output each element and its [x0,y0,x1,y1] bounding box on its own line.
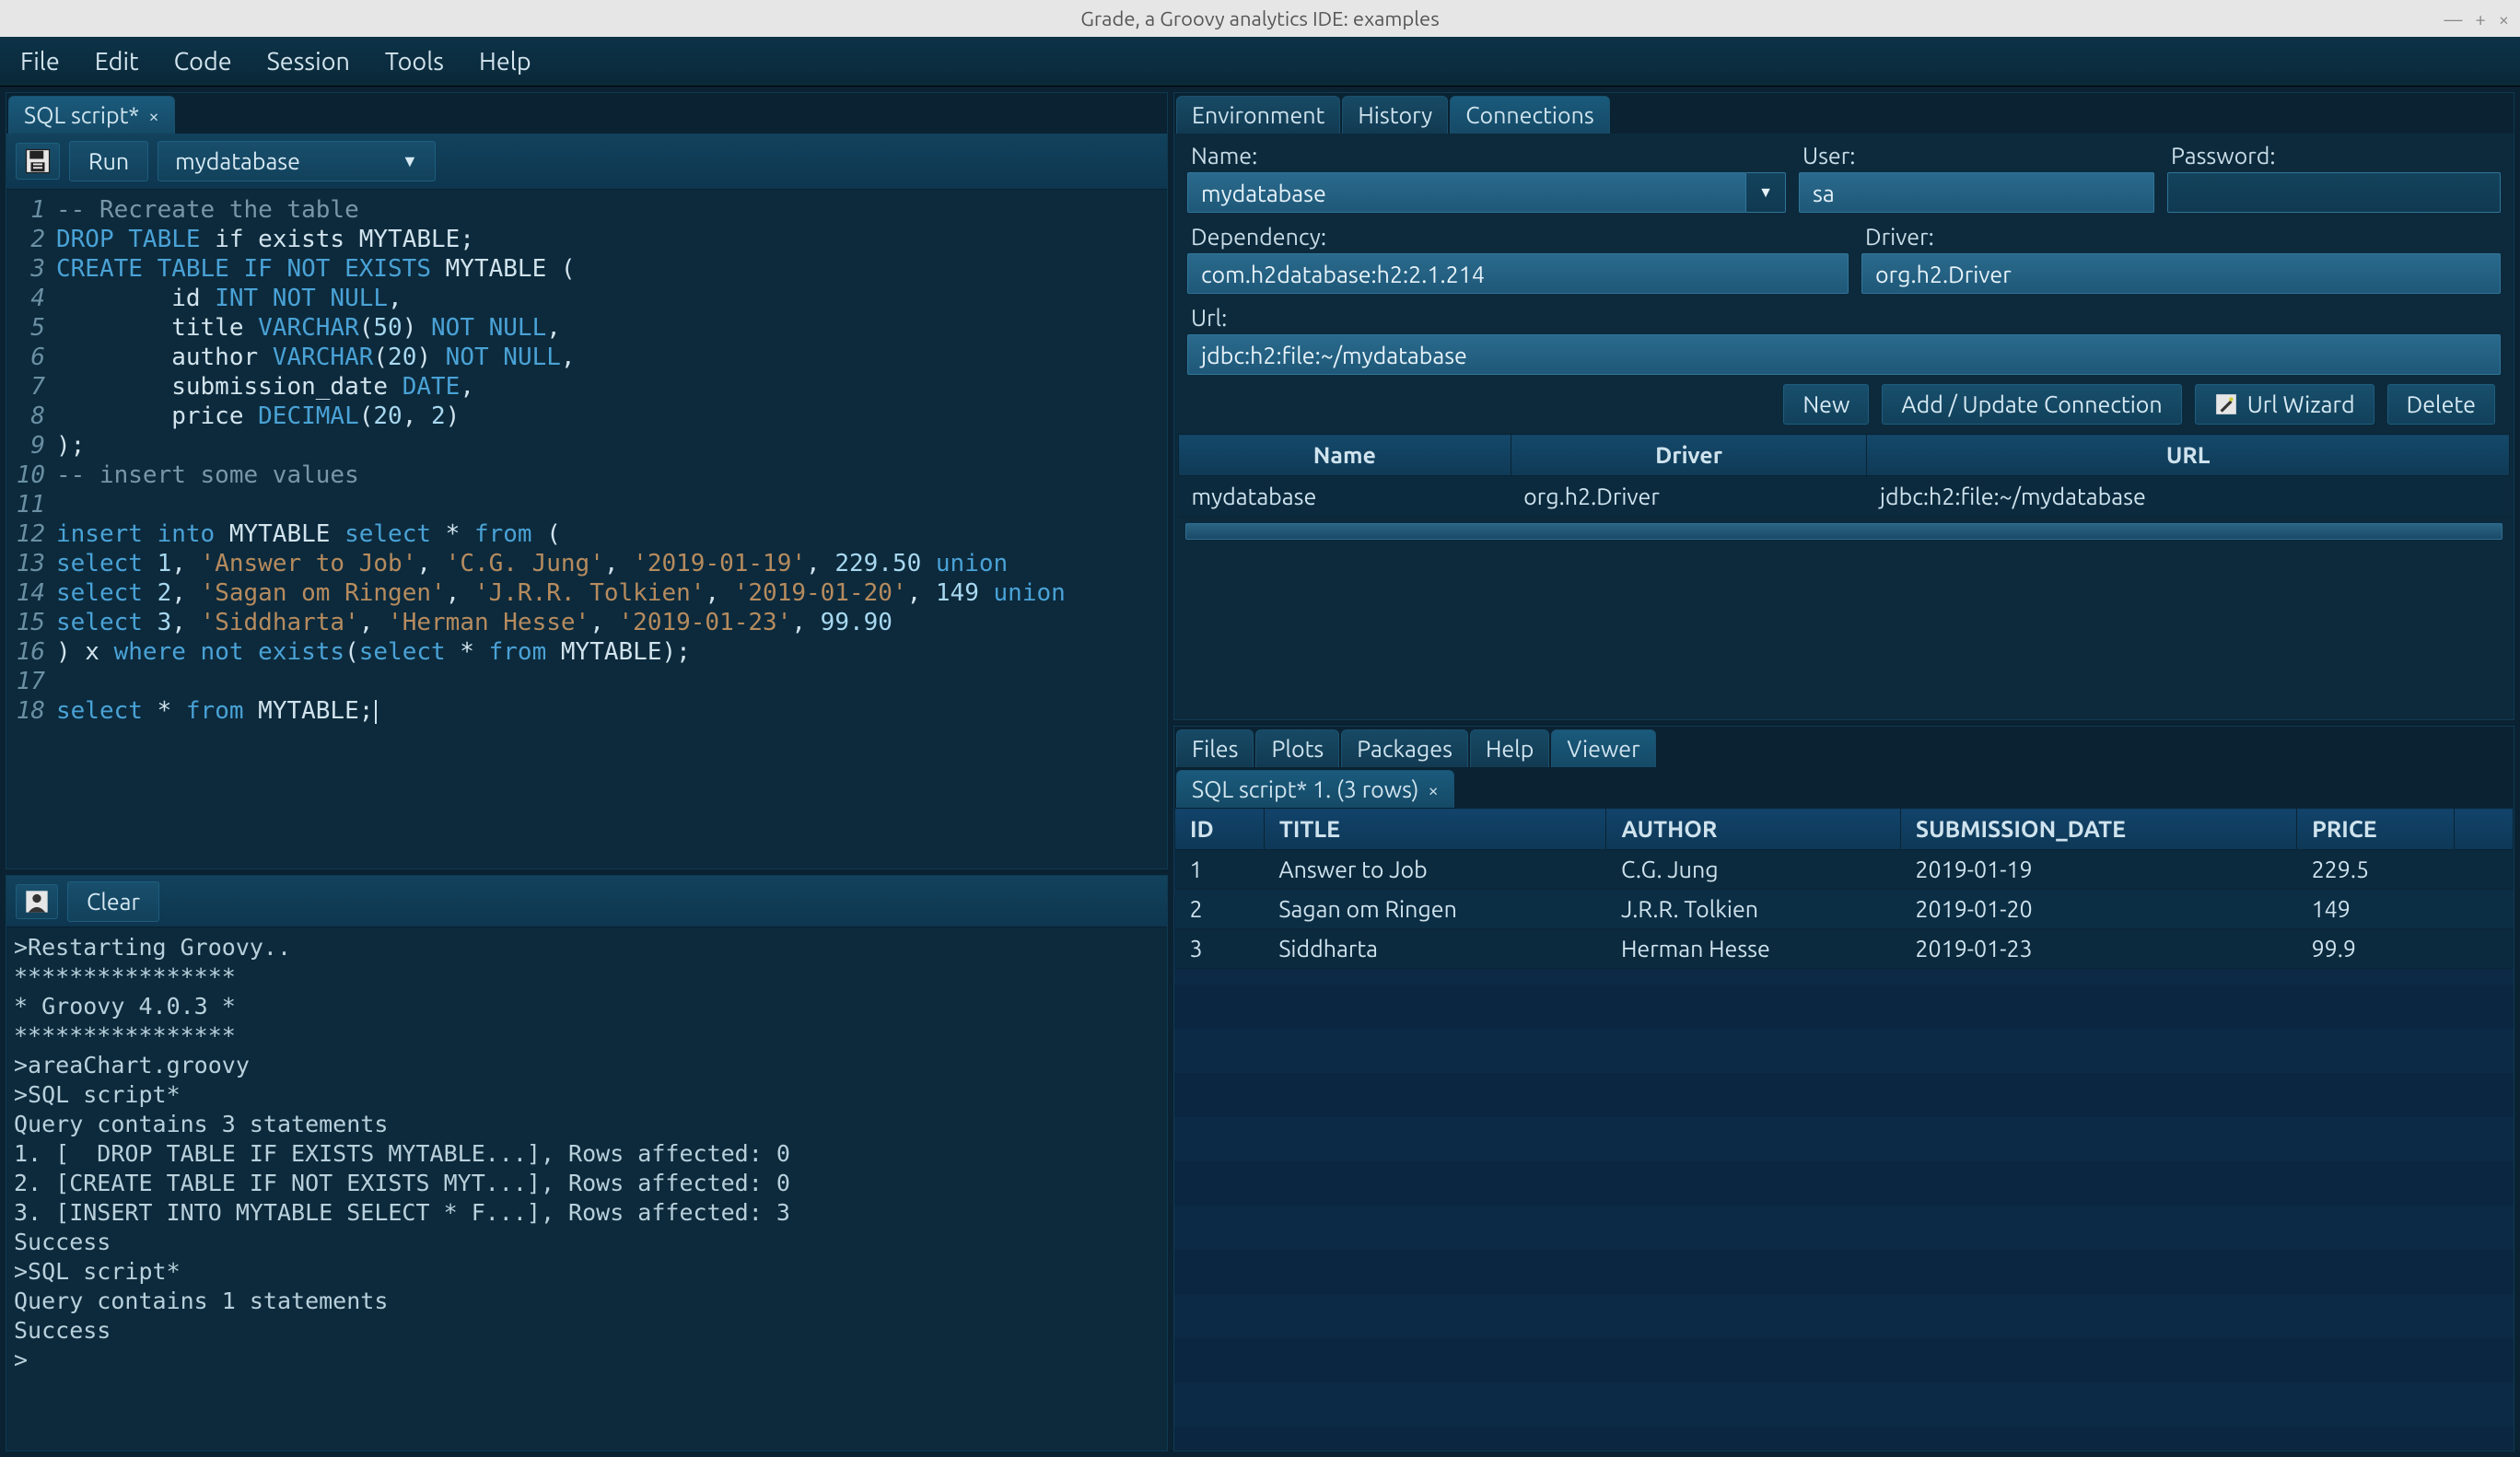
results-header: SUBMISSION_DATE [1900,809,2296,850]
menu-tools[interactable]: Tools [385,48,444,76]
close-icon[interactable]: × [148,105,158,126]
tab-help[interactable]: Help [1470,729,1549,767]
console-settings-button[interactable] [16,884,58,919]
url-wizard-button[interactable]: Url Wizard [2195,384,2374,425]
results-header: AUTHOR [1606,809,1900,850]
delete-button[interactable]: Delete [2387,384,2495,425]
maximize-icon[interactable]: + [2475,8,2485,29]
conn-table-header: Name [1179,435,1511,476]
user-input[interactable]: sa [1799,172,2154,213]
table-row[interactable]: mydatabaseorg.h2.Driverjdbc:h2:file:~/my… [1179,476,2510,518]
table-row[interactable]: 3SiddhartaHerman Hesse2019-01-2399.9 [1175,929,2514,969]
wizard-icon [2214,392,2238,416]
results-header: TITLE [1264,809,1606,850]
editor-toolbar: Run mydatabase ▼ [6,134,1167,190]
database-select-value: mydatabase [175,148,300,174]
horizontal-scrollbar[interactable] [1185,523,2502,540]
tab-viewer[interactable]: Viewer [1551,729,1655,767]
minimize-icon[interactable]: — [2444,8,2463,29]
new-button[interactable]: New [1783,384,1869,425]
code-editor[interactable]: 123456789101112131415161718 -- Recreate … [6,190,1167,868]
tab-sql-script[interactable]: SQL script* × [8,96,175,134]
conn-table-header: URL [1867,435,2510,476]
chevron-down-icon: ▼ [402,152,418,171]
user-label: User: [1799,143,2154,169]
results-header: PRICE [2297,809,2455,850]
console-toolbar: Clear [6,876,1167,927]
conn-table-header: Driver [1511,435,1867,476]
window-titlebar: Grade, a Groovy analytics IDE: examples … [0,0,2520,37]
tab-label: SQL script* [24,102,139,128]
dependency-label: Dependency: [1187,224,1849,250]
name-dropdown[interactable]: ▼ [1745,172,1786,213]
dependency-input[interactable]: com.h2database:h2:2.1.214 [1187,253,1849,294]
password-label: Password: [2167,143,2501,169]
results-table: IDTITLEAUTHORSUBMISSION_DATEPRICE 1Answe… [1174,808,2514,969]
results-area[interactable]: IDTITLEAUTHORSUBMISSION_DATEPRICE 1Answe… [1174,808,2514,1451]
name-label: Name: [1187,143,1786,169]
clear-button[interactable]: Clear [67,881,159,922]
connections-table: NameDriverURLmydatabaseorg.h2.Driverjdbc… [1178,434,2510,518]
close-icon[interactable]: × [2499,8,2509,29]
table-row[interactable]: 1Answer to JobC.G. Jung2019-01-19229.5 [1175,850,2514,890]
table-row[interactable]: 2Sagan om RingenJ.R.R. Tolkien2019-01-20… [1175,890,2514,929]
tab-history[interactable]: History [1342,96,1448,134]
chevron-down-icon: ▼ [1758,184,1773,202]
menu-help[interactable]: Help [479,48,531,76]
database-select[interactable]: mydatabase ▼ [158,141,436,181]
window-title: Grade, a Groovy analytics IDE: examples [1080,7,1440,30]
driver-label: Driver: [1861,224,2501,250]
tab-plots[interactable]: Plots [1255,729,1339,767]
url-input[interactable]: jdbc:h2:file:~/mydatabase [1187,334,2501,375]
result-tab-label: SQL script* 1. (3 rows) [1192,776,1418,802]
add-update-button[interactable]: Add / Update Connection [1882,384,2181,425]
run-button[interactable]: Run [69,141,148,181]
driver-input[interactable]: org.h2.Driver [1861,253,2501,294]
menu-code[interactable]: Code [174,48,232,76]
menu-session[interactable]: Session [267,48,350,76]
menubar: File Edit Code Session Tools Help [0,37,2520,87]
results-header: ID [1175,809,1265,850]
menu-file[interactable]: File [20,48,60,76]
close-icon[interactable]: × [1428,779,1438,800]
url-label: Url: [1187,305,2501,331]
tab-environment[interactable]: Environment [1176,96,1340,134]
tab-connections[interactable]: Connections [1450,96,1610,134]
save-button[interactable] [16,143,60,180]
console-output[interactable]: >Restarting Groovy.. **************** * … [6,927,1167,1451]
tab-files[interactable]: Files [1176,729,1254,767]
result-tab[interactable]: SQL script* 1. (3 rows) × [1176,770,1454,808]
name-input[interactable]: mydatabase [1187,172,1746,213]
password-input[interactable] [2167,172,2501,213]
tab-packages[interactable]: Packages [1341,729,1468,767]
menu-edit[interactable]: Edit [95,48,139,76]
